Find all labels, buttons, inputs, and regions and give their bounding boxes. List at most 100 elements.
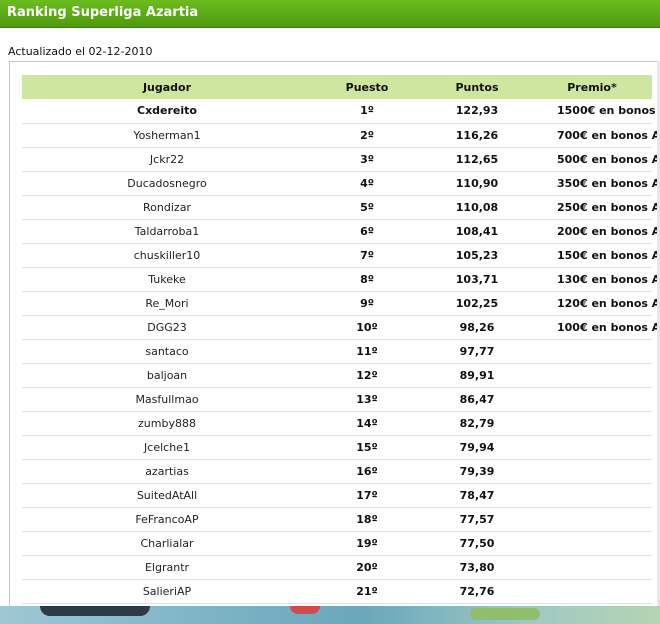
position-cell: 5º: [312, 195, 422, 220]
player-name-cell: Cxdereito: [22, 99, 312, 124]
table-row: Charlialar 19º 77,50: [22, 531, 652, 556]
ranking-panel: Jugador Puesto Puntos Premio* Cxdereito 1…: [9, 61, 660, 607]
table-row: Re_Mori 9º 102,25 120€ en bonos AK: [22, 291, 660, 316]
player-name-cell: azartias: [22, 459, 312, 484]
prize-cell: 500€ en bonos AK: [532, 147, 660, 172]
position-cell: 21º: [312, 579, 422, 604]
decorative-shape: [40, 606, 150, 616]
position-cell: 12º: [312, 363, 422, 388]
player-name-cell: Tukeke: [22, 267, 312, 292]
player-name-cell: chuskiller10: [22, 243, 312, 268]
column-header-player: Jugador: [142, 80, 192, 94]
prize-cell: 350€ en bonos AK: [532, 171, 660, 196]
table-row: Jcelche1 15º 79,94: [22, 435, 652, 460]
table-row: azartias 16º 79,39: [22, 459, 652, 484]
background-image-strip: [0, 606, 660, 624]
points-cell: 98,26: [422, 315, 532, 340]
table-row: Jckr22 3º 112,65 500€ en bonos AK: [22, 147, 660, 172]
position-cell: 18º: [312, 507, 422, 532]
position-cell: 19º: [312, 531, 422, 556]
table-row: Yosherman1 2º 116,26 700€ en bonos AK: [22, 123, 660, 148]
prize-cell: [532, 435, 652, 460]
prize-cell: [532, 339, 652, 364]
prize-cell: 120€ en bonos AK: [532, 291, 660, 316]
prize-cell: 1500€ en bonos AK: [532, 99, 660, 124]
table-row: Ducadosnegro 4º 110,90 350€ en bonos AK: [22, 171, 660, 196]
table-row: SuitedAtAll 17º 78,47: [22, 483, 652, 508]
ranking-table: Jugador Puesto Puntos Premio* Cxdereito 1…: [22, 75, 660, 604]
table-row: Masfullmao 13º 86,47: [22, 387, 652, 412]
position-cell: 13º: [312, 387, 422, 412]
points-cell: 122,93: [422, 99, 532, 124]
player-name-cell: Masfullmao: [22, 387, 312, 412]
column-header-position: Puesto: [345, 80, 389, 94]
prize-cell: 130€ en bonos AK: [532, 267, 660, 292]
table-row: DGG23 10º 98,26 100€ en bonos AK: [22, 315, 660, 340]
points-cell: 110,08: [422, 195, 532, 220]
prize-cell: 100€ en bonos AK: [532, 315, 660, 340]
player-name-cell: Yosherman1: [22, 123, 312, 148]
column-header-points: Puntos: [455, 80, 499, 94]
prize-cell: [532, 387, 652, 412]
position-cell: 7º: [312, 243, 422, 268]
points-cell: 77,50: [422, 531, 532, 556]
position-cell: 20º: [312, 555, 422, 580]
points-cell: 103,71: [422, 267, 532, 292]
points-cell: 73,80: [422, 555, 532, 580]
points-cell: 72,76: [422, 579, 532, 604]
points-cell: 79,94: [422, 435, 532, 460]
player-name-cell: santaco: [22, 339, 312, 364]
points-cell: 116,26: [422, 123, 532, 148]
player-name-cell: Elgrantr: [22, 555, 312, 580]
updated-date: Actualizado el 02-12-2010: [8, 45, 153, 58]
points-cell: 108,41: [422, 219, 532, 244]
prize-cell: [532, 579, 652, 604]
table-row: Elgrantr 20º 73,80: [22, 555, 652, 580]
points-cell: 97,77: [422, 339, 532, 364]
player-name-cell: Re_Mori: [22, 291, 312, 316]
position-cell: 10º: [312, 315, 422, 340]
table-row: Taldarroba1 6º 108,41 200€ en bonos AK: [22, 219, 660, 244]
prize-cell: [532, 483, 652, 508]
table-row: santaco 11º 97,77: [22, 339, 652, 364]
prize-cell: [532, 531, 652, 556]
position-cell: 14º: [312, 411, 422, 436]
table-row: baljoan 12º 89,91: [22, 363, 652, 388]
decorative-shape: [290, 606, 320, 614]
table-row: SalieriAP 21º 72,76: [22, 579, 652, 604]
prize-cell: [532, 507, 652, 532]
table-row: Rondizar 5º 110,08 250€ en bonos AK: [22, 195, 660, 220]
prize-cell: 150€ en bonos AK: [532, 243, 660, 268]
decorative-shape: [470, 608, 540, 620]
position-cell: 11º: [312, 339, 422, 364]
table-row: FeFrancoAP 18º 77,57: [22, 507, 652, 532]
points-cell: 105,23: [422, 243, 532, 268]
player-name-cell: Jckr22: [22, 147, 312, 172]
points-cell: 112,65: [422, 147, 532, 172]
points-cell: 77,57: [422, 507, 532, 532]
prize-cell: [532, 363, 652, 388]
position-cell: 8º: [312, 267, 422, 292]
table-header-row: Jugador Puesto Puntos Premio*: [22, 75, 652, 99]
position-cell: 17º: [312, 483, 422, 508]
player-name-cell: FeFrancoAP: [22, 507, 312, 532]
player-name-cell: SalieriAP: [22, 579, 312, 604]
position-cell: 6º: [312, 219, 422, 244]
position-cell: 15º: [312, 435, 422, 460]
prize-cell: 700€ en bonos AK: [532, 123, 660, 148]
points-cell: 86,47: [422, 387, 532, 412]
points-cell: 78,47: [422, 483, 532, 508]
position-cell: 4º: [312, 171, 422, 196]
points-cell: 89,91: [422, 363, 532, 388]
position-cell: 2º: [312, 123, 422, 148]
table-row: Cxdereito1º122,931500€ en bonos AK: [22, 99, 660, 124]
page-header: Ranking Superliga Azartia: [0, 0, 660, 28]
position-cell: 16º: [312, 459, 422, 484]
player-name-cell: Jcelche1: [22, 435, 312, 460]
table-row: chuskiller10 7º 105,23 150€ en bonos AK: [22, 243, 660, 268]
player-name-cell: baljoan: [22, 363, 312, 388]
player-name-cell: Taldarroba1: [22, 219, 312, 244]
player-name-cell: Rondizar: [22, 195, 312, 220]
points-cell: 79,39: [422, 459, 532, 484]
prize-cell: 250€ en bonos AK: [532, 195, 660, 220]
